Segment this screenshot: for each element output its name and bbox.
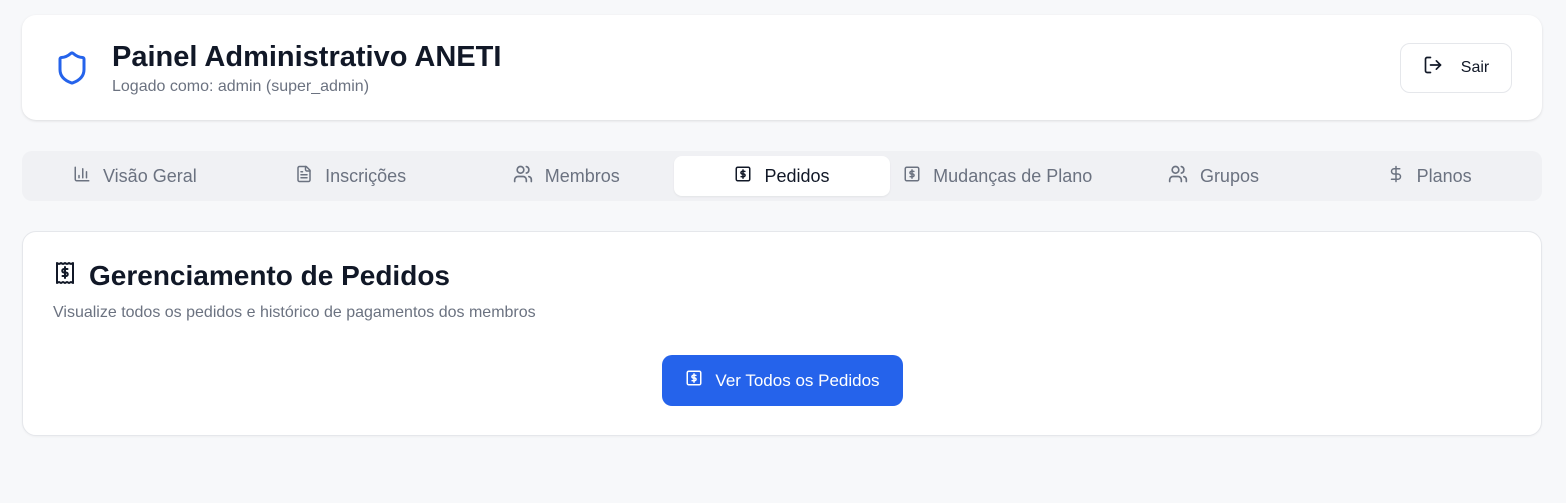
- logout-label: Sair: [1460, 58, 1490, 76]
- tab-planos[interactable]: Planos: [1321, 156, 1537, 196]
- receipt-icon: [685, 369, 703, 392]
- orders-card: Gerenciamento de Pedidos Visualize todos…: [22, 231, 1542, 436]
- shield-icon: [52, 48, 92, 88]
- tab-membros[interactable]: Membros: [458, 156, 674, 196]
- tab-pedidos[interactable]: Pedidos: [674, 156, 890, 196]
- page-title: Painel Administrativo ANETI: [112, 40, 502, 73]
- card-heading: Gerenciamento de Pedidos: [53, 260, 1511, 292]
- tab-label: Inscrições: [325, 165, 407, 186]
- tab-inscricoes[interactable]: Inscrições: [243, 156, 459, 196]
- view-all-orders-button[interactable]: Ver Todos os Pedidos: [662, 355, 903, 406]
- tab-bar: Visão Geral Inscrições Membros Pedidos M…: [22, 151, 1542, 201]
- receipt-icon: [903, 165, 921, 188]
- card-title: Gerenciamento de Pedidos: [89, 260, 450, 291]
- tab-label: Mudanças de Plano: [933, 165, 1093, 186]
- tab-label: Pedidos: [764, 165, 830, 186]
- receipt-icon: [53, 260, 77, 292]
- log-out-icon: [1423, 55, 1443, 80]
- users-icon: [513, 164, 533, 189]
- tab-label: Membros: [544, 165, 620, 186]
- logged-in-as-text: Logado como: admin (super_admin): [112, 77, 370, 95]
- logout-button[interactable]: Sair: [1400, 42, 1512, 93]
- users-icon: [1168, 164, 1188, 189]
- file-text-icon: [295, 165, 313, 188]
- card-description: Visualize todos os pedidos e histórico d…: [53, 304, 536, 321]
- tab-grupos[interactable]: Grupos: [1106, 156, 1322, 196]
- button-label: Ver Todos os Pedidos: [715, 370, 880, 390]
- header-card: Painel Administrativo ANETI Logado como:…: [22, 15, 1542, 120]
- tab-visao-geral[interactable]: Visão Geral: [27, 156, 243, 196]
- bar-chart-icon: [73, 165, 91, 188]
- tab-mudancas-de-plano[interactable]: Mudanças de Plano: [890, 156, 1106, 196]
- receipt-icon: [734, 165, 752, 188]
- tab-label: Planos: [1416, 165, 1472, 186]
- tab-label: Visão Geral: [103, 165, 197, 186]
- tab-label: Grupos: [1199, 165, 1259, 186]
- dollar-icon: [1387, 165, 1405, 188]
